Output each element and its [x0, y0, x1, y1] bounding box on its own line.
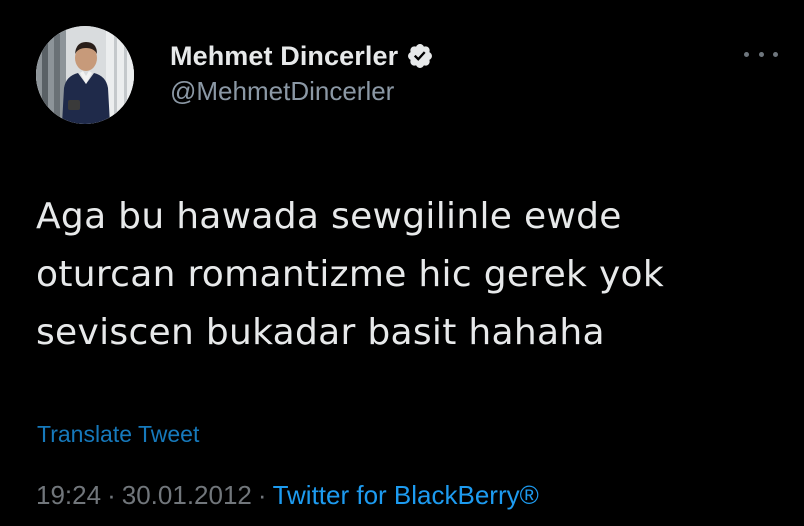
- display-name[interactable]: Mehmet Dincerler: [170, 41, 398, 72]
- tweet-header: Mehmet Dincerler @MehmetDincerler: [170, 38, 434, 107]
- tweet-date[interactable]: 30.01.2012: [122, 480, 252, 510]
- meta-separator: ·: [107, 480, 116, 510]
- user-handle[interactable]: @MehmetDincerler: [170, 76, 434, 107]
- tweet-text-line: seviscen bukadar basit hahaha: [36, 312, 605, 353]
- tweet-meta: 19:24 · 30.01.2012 · Twitter for BlackBerry®: [36, 480, 539, 511]
- avatar[interactable]: [36, 26, 134, 124]
- profile-photo-icon: [36, 26, 134, 124]
- tweet-card: Mehmet Dincerler @MehmetDincerler Aga bu…: [0, 0, 804, 526]
- verified-badge-icon: [406, 42, 434, 70]
- translate-tweet-link[interactable]: Translate Tweet: [37, 421, 199, 448]
- tweet-text-line: Aga bu hawada sewgilinle ewde: [36, 196, 622, 237]
- tweet-time[interactable]: 19:24: [36, 480, 101, 510]
- more-options-icon[interactable]: [744, 44, 778, 64]
- more-dot: [758, 51, 764, 57]
- more-dot: [773, 51, 778, 57]
- more-dot: [744, 51, 749, 57]
- tweet-source-link[interactable]: Twitter for BlackBerry®: [273, 480, 539, 510]
- meta-separator: ·: [257, 480, 267, 510]
- name-row: Mehmet Dincerler: [170, 38, 434, 74]
- tweet-text-line: oturcan romantizme hic gerek yok: [36, 254, 665, 295]
- tweet-text: Aga bu hawada sewgilinle ewde oturcan ro…: [36, 188, 776, 362]
